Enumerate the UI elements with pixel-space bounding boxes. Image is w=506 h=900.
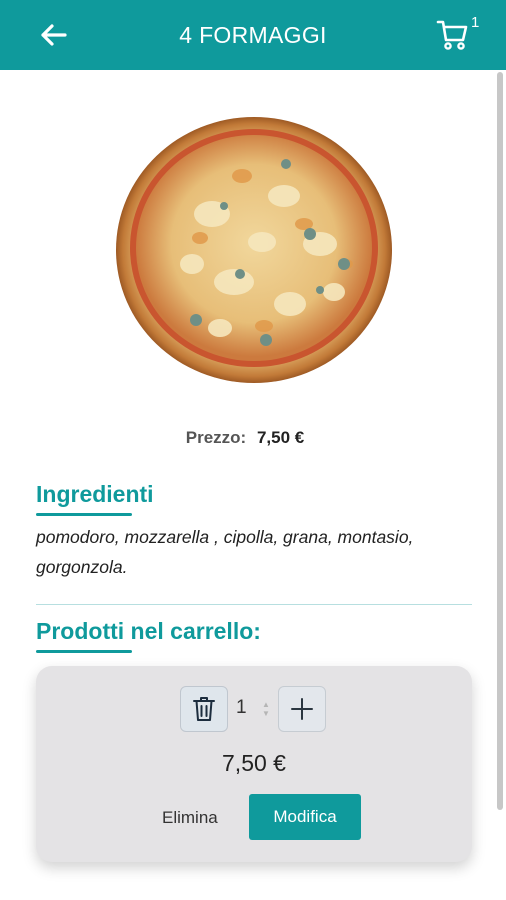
- ingredients-underline: [36, 513, 132, 516]
- cart-section-underline: [36, 650, 132, 653]
- cart-count-badge: 1: [471, 14, 480, 31]
- ingredients-heading: Ingredienti: [36, 481, 154, 507]
- page-title: 4 FORMAGGI: [179, 21, 327, 48]
- cart-item-card: 1 ▲ ▼ 7,50 € Elimina Modifica: [36, 666, 472, 862]
- delete-button[interactable]: Elimina: [162, 808, 218, 828]
- ingredients-text: pomodoro, mozzarella , cipolla, grana, m…: [36, 527, 414, 577]
- arrow-left-icon: [41, 24, 67, 46]
- quantity-stepper: 1 ▲ ▼: [180, 686, 330, 734]
- price-label: Prezzo:: [185, 428, 247, 447]
- quantity-spinner-icon[interactable]: ▲ ▼: [260, 700, 272, 720]
- price-row: Prezzo: 7,50 €: [0, 428, 490, 448]
- back-button[interactable]: [36, 19, 70, 51]
- scrollbar[interactable]: [497, 72, 503, 810]
- add-one-button[interactable]: [278, 686, 326, 732]
- plus-icon: [291, 698, 313, 720]
- remove-one-button[interactable]: [180, 686, 228, 732]
- top-bar: 4 FORMAGGI 1: [0, 0, 506, 70]
- cart-icon: [436, 20, 468, 50]
- cart-section-heading: Prodotti nel carrello:: [36, 618, 261, 644]
- section-divider: [36, 604, 472, 605]
- quantity-input[interactable]: 1: [236, 697, 247, 719]
- pizza-image: [112, 112, 396, 388]
- edit-button[interactable]: Modifica: [249, 794, 361, 840]
- trash-icon: [193, 697, 215, 721]
- line-total: 7,50 €: [222, 750, 286, 776]
- price-value: 7,50 €: [256, 428, 305, 447]
